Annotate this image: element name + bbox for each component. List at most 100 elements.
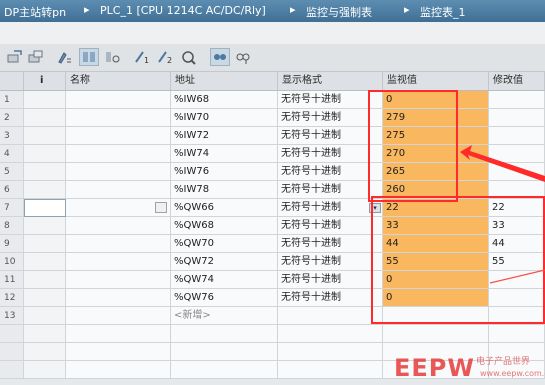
table-row[interactable]: 2 %IW70 无符号十进制 279 xyxy=(0,109,545,127)
modify-value-cell[interactable] xyxy=(489,163,545,181)
row-info-cell[interactable] xyxy=(24,91,66,109)
name-cell[interactable] xyxy=(66,235,171,253)
name-cell[interactable] xyxy=(66,127,171,145)
watermark-url: www.eepw.com.cn xyxy=(480,369,545,378)
address-cell[interactable]: %QW70 xyxy=(171,235,278,253)
address-cell[interactable]: %QW66 xyxy=(171,199,278,217)
name-cell[interactable] xyxy=(66,91,171,109)
format-cell[interactable]: 无符号十进制 xyxy=(278,289,383,307)
modify-icon[interactable]: 1 xyxy=(133,49,151,65)
address-cell[interactable]: %IW78 xyxy=(171,181,278,199)
address-cell[interactable]: %QW74 xyxy=(171,271,278,289)
row-info-cell[interactable] xyxy=(24,253,66,271)
address-cell[interactable]: %QW72 xyxy=(171,253,278,271)
row-info-cell[interactable] xyxy=(24,307,66,325)
name-cell[interactable] xyxy=(66,289,171,307)
row-info-cell[interactable] xyxy=(24,325,66,343)
format-cell[interactable] xyxy=(278,307,383,325)
column-header-index xyxy=(0,72,24,90)
address-cell[interactable] xyxy=(171,361,278,379)
row-info-cell[interactable] xyxy=(24,163,66,181)
row-info-cell[interactable] xyxy=(24,343,66,361)
row-info-cell[interactable] xyxy=(24,217,66,235)
table-row[interactable]: 4 %IW74 无符号十进制 270 xyxy=(0,145,545,163)
address-cell[interactable]: %IW70 xyxy=(171,109,278,127)
format-cell[interactable]: 无符号十进制 xyxy=(278,217,383,235)
name-cell[interactable] xyxy=(66,217,171,235)
breadcrumb-item-watch-tables[interactable]: 监控与强制表 xyxy=(306,4,372,20)
address-cell[interactable]: %QW76 xyxy=(171,289,278,307)
row-info-cell[interactable] xyxy=(24,181,66,199)
breadcrumb-item-plc[interactable]: PLC_1 [CPU 1214C AC/DC/Rly] xyxy=(100,4,266,17)
format-cell[interactable] xyxy=(278,361,383,379)
name-cell[interactable] xyxy=(66,145,171,163)
format-cell[interactable]: 无符号十进制 xyxy=(278,235,383,253)
breadcrumb-item-project[interactable]: DP主站转pn xyxy=(4,4,66,20)
column-header-name[interactable]: 名称 xyxy=(66,72,171,90)
row-index: 8 xyxy=(0,217,24,235)
column-header-monitor-value[interactable]: 监视值 xyxy=(383,72,489,90)
row-index: 12 xyxy=(0,289,24,307)
table-row[interactable]: 5 %IW76 无符号十进制 265 xyxy=(0,163,545,181)
column-header-modify-value[interactable]: 修改值 xyxy=(489,72,545,90)
monitor-all-icon[interactable] xyxy=(79,48,99,66)
name-cell[interactable] xyxy=(66,271,171,289)
name-cell[interactable] xyxy=(66,253,171,271)
name-cell[interactable] xyxy=(66,307,171,325)
address-cell[interactable] xyxy=(171,325,278,343)
address-cell[interactable]: %IW68 xyxy=(171,91,278,109)
address-cell[interactable]: %IW74 xyxy=(171,145,278,163)
copy-icon[interactable] xyxy=(27,49,45,65)
row-info-cell[interactable] xyxy=(24,145,66,163)
name-cell[interactable] xyxy=(66,181,171,199)
column-header-info[interactable]: i xyxy=(24,72,66,90)
address-cell[interactable]: %IW76 xyxy=(171,163,278,181)
modify-value-cell[interactable] xyxy=(489,145,545,163)
column-header-address[interactable]: 地址 xyxy=(171,72,278,90)
force-icon[interactable] xyxy=(180,49,198,65)
row-info-cell[interactable] xyxy=(24,127,66,145)
breadcrumb-item-watch-table-1[interactable]: 监控表_1 xyxy=(420,4,466,20)
address-cell[interactable] xyxy=(171,343,278,361)
row-info-cell[interactable] xyxy=(24,199,66,217)
format-cell[interactable]: 无符号十进制 xyxy=(278,253,383,271)
address-cell[interactable]: %QW68 xyxy=(171,217,278,235)
row-info-cell[interactable] xyxy=(24,289,66,307)
monitor-value-cell xyxy=(383,325,489,343)
name-cell[interactable] xyxy=(66,343,171,361)
monitor-once-icon[interactable] xyxy=(103,49,121,65)
write-icon[interactable] xyxy=(6,49,24,65)
format-cell[interactable] xyxy=(278,325,383,343)
name-cell[interactable] xyxy=(66,361,171,379)
rename-icon[interactable] xyxy=(56,49,74,65)
modify-value-cell[interactable] xyxy=(489,91,545,109)
address-cell[interactable]: %IW72 xyxy=(171,127,278,145)
format-cell[interactable]: 无符号十进制 xyxy=(278,271,383,289)
show-hide-icon[interactable] xyxy=(210,48,230,66)
breadcrumb-separator-icon: ▸ xyxy=(290,3,296,16)
row-index: 2 xyxy=(0,109,24,127)
modify-value-cell[interactable] xyxy=(489,127,545,145)
address-browse-icon[interactable] xyxy=(155,202,167,213)
table-row[interactable]: 1 %IW68 无符号十进制 0 xyxy=(0,91,545,109)
row-index: 13 xyxy=(0,307,24,325)
address-cell[interactable]: <新增> xyxy=(171,307,278,325)
row-info-cell[interactable] xyxy=(24,235,66,253)
row-index: 6 xyxy=(0,181,24,199)
name-cell[interactable] xyxy=(66,325,171,343)
table-row[interactable]: 3 %IW72 无符号十进制 275 xyxy=(0,127,545,145)
row-info-cell[interactable] xyxy=(24,361,66,379)
modify-now-icon[interactable]: 2 xyxy=(156,49,174,65)
modify-value-cell[interactable] xyxy=(489,109,545,127)
row-info-cell[interactable] xyxy=(24,271,66,289)
modify-value-cell[interactable] xyxy=(489,325,545,343)
row-info-cell[interactable] xyxy=(24,109,66,127)
column-header-format[interactable]: 显示格式 xyxy=(278,72,383,90)
name-cell[interactable] xyxy=(66,163,171,181)
show-options-icon[interactable] xyxy=(234,49,252,65)
breadcrumb-separator-icon: ▸ xyxy=(404,3,410,16)
name-cell[interactable] xyxy=(66,109,171,127)
table-row[interactable] xyxy=(0,325,545,343)
format-cell[interactable] xyxy=(278,343,383,361)
row-index xyxy=(0,325,24,343)
